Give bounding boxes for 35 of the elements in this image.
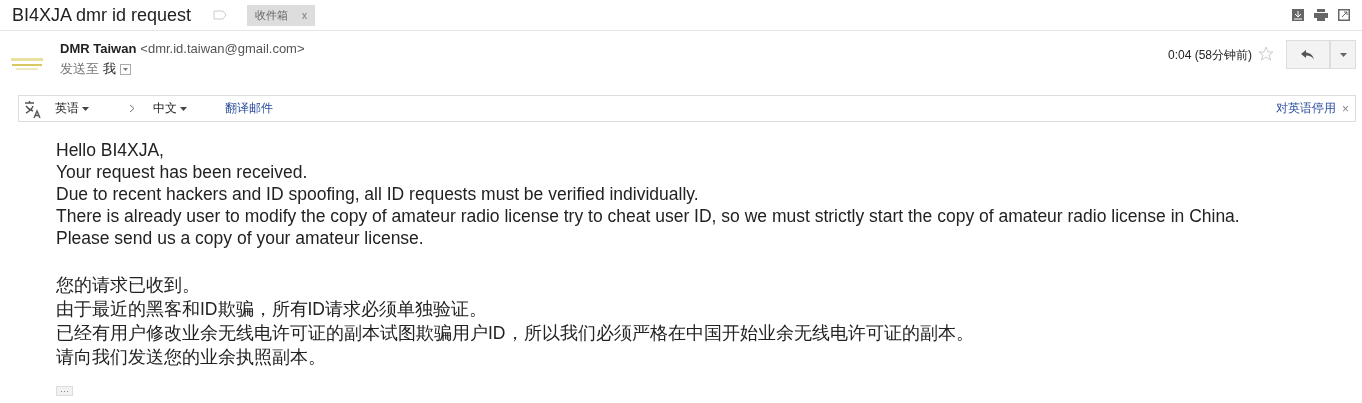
label-text: 收件箱 xyxy=(255,7,289,23)
body-text-line: 您的请求已收到。 xyxy=(56,274,201,297)
remove-label-button[interactable]: x xyxy=(302,9,308,21)
body-text-line: Please send us a copy of your amateur license. xyxy=(56,227,425,249)
recipient-label: 发送至 xyxy=(60,60,99,78)
source-language-menu[interactable]: 英语 xyxy=(55,100,89,117)
email-subject: BI4XJA dmr id request xyxy=(12,4,192,26)
reply-icon xyxy=(1301,49,1315,60)
body-text-line: Your request has been received. xyxy=(56,161,309,183)
translate-icon xyxy=(23,98,43,119)
star-icon[interactable] xyxy=(1258,46,1274,62)
caret-icon xyxy=(82,106,89,111)
new-window-icon[interactable] xyxy=(1338,9,1350,21)
show-trimmed-button[interactable]: ··· xyxy=(56,386,73,396)
body-text-line: 由于最近的黑客和ID欺骗，所有ID请求必须单独验证。 xyxy=(56,298,488,321)
sender-email: <dmr.id.taiwan@gmail.com> xyxy=(140,41,305,56)
download-icon[interactable] xyxy=(1292,9,1304,21)
translate-message-link[interactable]: 翻译邮件 xyxy=(225,100,273,117)
body-text-line: 已经有用户修改业余无线电许可证的副本试图欺骗用户ID，所以我们必须严格在中国开始业余无线电许可证的副本。 xyxy=(56,322,975,345)
chevron-right-icon xyxy=(129,104,135,113)
body-text-line: There is already user to modify the copy of amateur radio license try to cheat user ID, so we must strictly start the copy of amateur radio license in China. xyxy=(56,205,1241,227)
disable-translation-link[interactable]: 对英语停用 xyxy=(1276,100,1336,117)
caret-icon xyxy=(1339,52,1347,57)
target-language-menu[interactable]: 中文 xyxy=(153,100,187,117)
dropdown-icon[interactable] xyxy=(120,63,131,75)
caret-icon xyxy=(180,106,187,111)
reply-button[interactable] xyxy=(1286,40,1330,69)
message-time: 0:04 (58分钟前) xyxy=(1167,47,1252,64)
sender-name: DMR Taiwan xyxy=(60,41,137,56)
body-text-line: Due to recent hackers and ID spoofing, all ID requests must be verified individually. xyxy=(56,183,700,205)
recipient: 我 xyxy=(103,60,116,78)
body-text-line: 请向我们发送您的业余执照副本。 xyxy=(56,346,327,369)
print-icon[interactable] xyxy=(1314,9,1328,21)
body-text-line: Hello BI4XJA, xyxy=(56,139,165,161)
close-button[interactable]: × xyxy=(1342,101,1349,116)
